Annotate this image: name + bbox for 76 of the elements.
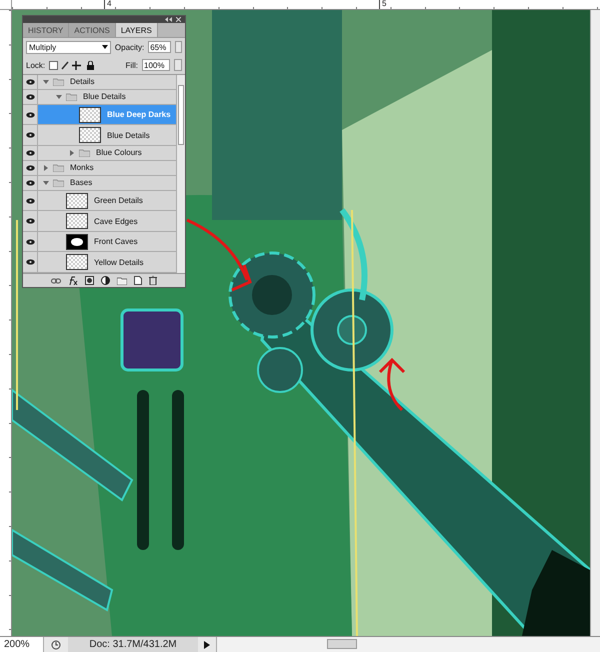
folder-icon <box>66 92 77 101</box>
eye-icon[interactable] <box>26 180 34 186</box>
layer-name: Blue Details <box>83 92 126 102</box>
eye-icon[interactable] <box>26 259 34 266</box>
expanded-triangle-icon[interactable] <box>43 78 49 85</box>
layer-name: Blue Colours <box>96 148 142 158</box>
lock-label: Lock: <box>26 60 46 70</box>
folder-icon[interactable] <box>117 276 127 284</box>
eye-icon[interactable] <box>26 132 34 138</box>
ruler-number: 4 <box>104 0 112 9</box>
folder-icon <box>53 164 64 172</box>
eye-icon[interactable] <box>26 198 34 204</box>
layer-thumbnail <box>79 127 101 144</box>
new-layer-icon[interactable] <box>134 276 142 285</box>
folder-icon <box>53 78 64 86</box>
layer-row[interactable]: Front Caves <box>23 232 176 252</box>
layers-scrollbar[interactable] <box>176 75 185 273</box>
layer-row[interactable]: Blue Colours <box>23 146 176 161</box>
layer-row[interactable]: Monks <box>23 160 176 176</box>
panel-tab[interactable]: LAYERS <box>116 23 158 37</box>
layer-name: Yellow Details <box>94 258 144 267</box>
layer-name: Front Caves <box>94 237 138 246</box>
blend-mode-dropdown[interactable]: Multiply <box>26 40 111 54</box>
layer-name: Monks <box>70 163 94 172</box>
vertical-scrollbar[interactable] <box>590 10 600 636</box>
layer-name: Blue Deep Darks <box>107 110 171 120</box>
document-size: Doc: 31.7M/431.2M <box>68 637 198 652</box>
eye-icon[interactable] <box>26 164 34 171</box>
layer-thumbnail <box>66 192 88 209</box>
collapsed-triangle-icon[interactable] <box>43 164 49 171</box>
layer-row[interactable]: Details <box>23 75 176 90</box>
eye-icon[interactable] <box>26 94 34 100</box>
layer-name: Details <box>70 77 94 86</box>
layer-row[interactable]: Cave Edges <box>23 211 176 232</box>
mask-icon[interactable] <box>85 276 94 285</box>
caret-icon <box>102 45 108 49</box>
layer-thumbnail <box>66 213 88 230</box>
opacity-field[interactable]: 65% <box>148 41 170 53</box>
half-circle-icon[interactable] <box>101 276 110 285</box>
expanded-triangle-icon[interactable] <box>43 180 49 186</box>
layer-thumbnail <box>66 234 88 250</box>
expanded-triangle-icon[interactable] <box>56 94 62 100</box>
layer-row[interactable]: Green Details <box>23 190 176 212</box>
folder-icon <box>79 148 90 157</box>
effects-icon[interactable] <box>68 276 78 285</box>
play-icon[interactable] <box>202 640 212 650</box>
fill-field[interactable]: 100% <box>142 59 170 71</box>
fill-label: Fill: <box>126 60 138 70</box>
eye-icon[interactable] <box>26 150 34 156</box>
horizontal-scrollbar[interactable] <box>216 637 600 652</box>
eye-icon[interactable] <box>26 238 34 245</box>
collapsed-triangle-icon[interactable] <box>69 150 75 156</box>
folder-icon <box>53 178 64 187</box>
layer-row[interactable]: Yellow Details <box>23 252 176 273</box>
eye-icon[interactable] <box>26 112 34 118</box>
zoom-level[interactable]: 200% <box>0 637 44 652</box>
eye-icon[interactable] <box>26 78 34 85</box>
close-icon[interactable] <box>176 17 181 22</box>
link-icon[interactable] <box>51 278 61 284</box>
opacity-label: Opacity: <box>114 42 144 52</box>
panel-tab[interactable]: HISTORY <box>23 23 70 37</box>
ruler-number: 5 <box>379 0 386 9</box>
layer-row[interactable]: Blue Details <box>23 125 176 146</box>
eye-icon[interactable] <box>26 218 34 224</box>
layer-thumbnail <box>79 106 101 123</box>
layer-name: Blue Details <box>107 130 150 140</box>
layer-name: Cave Edges <box>94 216 138 226</box>
lock-icons-drawing[interactable] <box>49 60 96 70</box>
layer-row[interactable]: Blue Details <box>23 90 176 105</box>
panel-tab[interactable]: ACTIONS <box>69 23 116 37</box>
layer-row[interactable]: Bases <box>23 176 176 191</box>
layer-thumbnail <box>66 254 88 270</box>
layer-name: Bases <box>70 178 92 188</box>
trash-icon[interactable] <box>149 276 157 285</box>
clock-icon <box>50 640 62 650</box>
layer-name: Green Details <box>94 196 143 206</box>
